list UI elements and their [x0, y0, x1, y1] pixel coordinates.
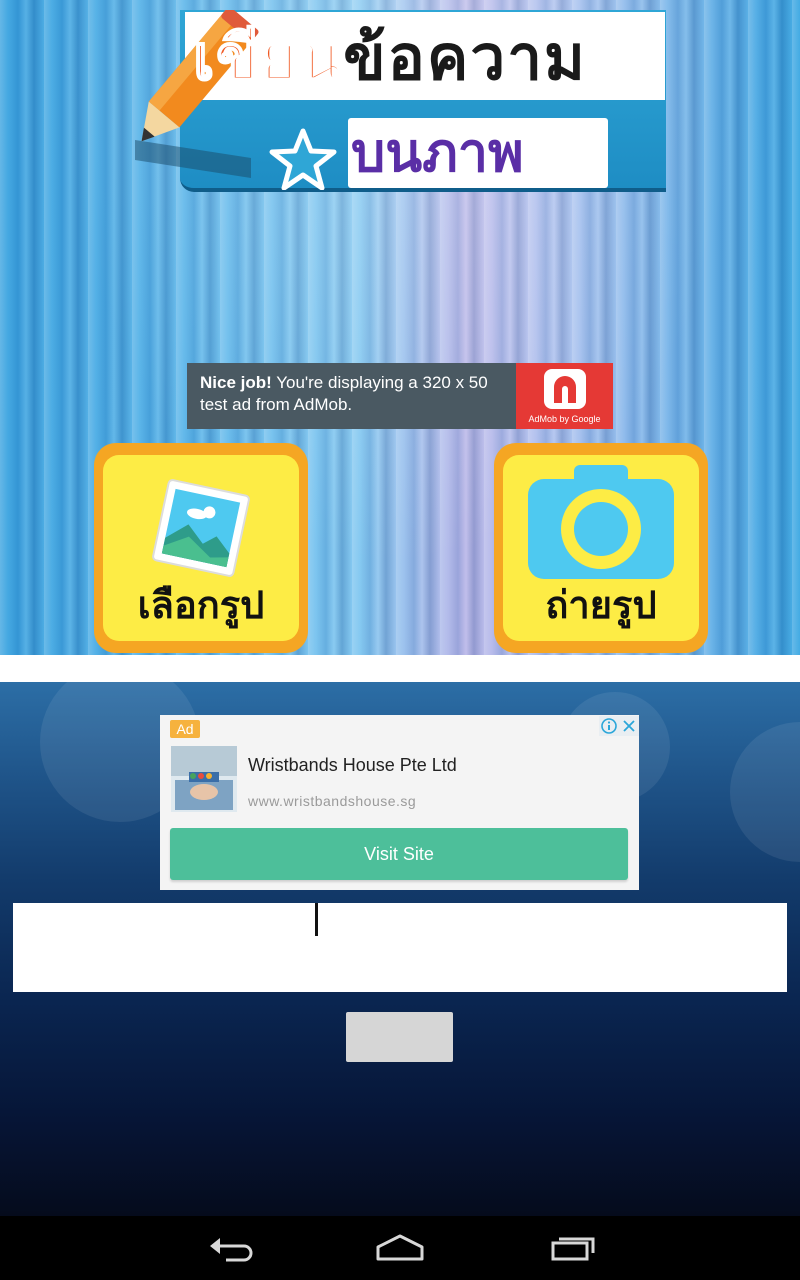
- logo-title-line2: บนภาพ: [351, 121, 524, 184]
- test-banner-ad[interactable]: Nice job! You're displaying a 320 x 50 t…: [187, 363, 613, 429]
- choose-photo-button[interactable]: เลือกรูป: [94, 443, 308, 653]
- logo-title-dark: ข้อความ: [343, 21, 587, 94]
- ad-url: www.wristbandshouse.sg: [248, 793, 417, 809]
- recents-icon[interactable]: [542, 1230, 602, 1266]
- glow: [730, 722, 800, 862]
- message-text-input[interactable]: [13, 903, 787, 992]
- admob-caption: AdMob by Google: [528, 414, 601, 424]
- test-ad-text: Nice job! You're displaying a 320 x 50 t…: [200, 372, 510, 416]
- ad-choices-icon[interactable]: [599, 716, 619, 736]
- admob-icon: [544, 369, 586, 409]
- ad-badge: Ad: [170, 720, 200, 738]
- camera-icon: [528, 465, 674, 579]
- divider: [0, 655, 800, 682]
- home-icon[interactable]: [370, 1230, 430, 1266]
- test-ad-bold: Nice job!: [200, 373, 272, 392]
- close-icon[interactable]: [619, 716, 639, 736]
- gallery-icon: [152, 479, 250, 577]
- visit-site-button[interactable]: Visit Site: [170, 828, 628, 880]
- star-icon: [269, 128, 337, 190]
- logo-title-line1: เขียนข้อความ: [192, 18, 587, 98]
- submit-button[interactable]: [346, 1012, 453, 1062]
- choose-photo-label: เลือกรูป: [137, 583, 265, 627]
- ad-title[interactable]: Wristbands House Pte Ltd: [248, 755, 457, 776]
- take-photo-button[interactable]: ถ่ายรูป: [494, 443, 708, 653]
- ad-image: [171, 746, 237, 812]
- text-cursor: [315, 903, 318, 936]
- navigation-bar: [0, 1216, 800, 1280]
- back-icon[interactable]: [200, 1230, 260, 1266]
- take-photo-label: ถ่ายรูป: [545, 583, 657, 627]
- admob-logo: AdMob by Google: [516, 363, 613, 429]
- app-logo: เขียนข้อความ บนภาพ: [133, 10, 666, 192]
- native-ad[interactable]: Ad Wristbands House Pte Ltd www.wristban…: [160, 715, 639, 890]
- logo-title-red: เขียน: [192, 20, 344, 95]
